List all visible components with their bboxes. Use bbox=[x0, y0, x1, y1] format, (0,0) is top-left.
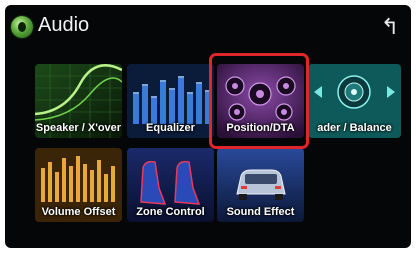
tile-label: Speaker / X'over bbox=[35, 122, 122, 134]
tile-label: Equalizer bbox=[146, 122, 195, 134]
volume-offset-button[interactable]: Volume Offset bbox=[35, 148, 122, 222]
sound-effect-button[interactable]: Sound Effect bbox=[217, 148, 304, 222]
audio-app-icon bbox=[11, 16, 33, 38]
speaker-xover-button[interactable]: Speaker / X'over bbox=[35, 64, 122, 138]
zone-control-button[interactable]: Zone Control bbox=[127, 148, 214, 222]
fader-balance-button[interactable]: ader / Balance bbox=[308, 64, 401, 138]
page-title: Audio bbox=[38, 14, 90, 36]
audio-screen: Audio ↰ Speaker / X'over Equalizer Posit… bbox=[5, 5, 411, 248]
tile-label: Sound Effect bbox=[226, 206, 295, 218]
highlight-frame bbox=[209, 53, 309, 149]
header-bar: Audio ↰ bbox=[5, 5, 411, 45]
tile-label: ader / Balance bbox=[317, 122, 392, 134]
return-arrow-icon[interactable]: ↰ bbox=[375, 14, 405, 40]
tile-label: Volume Offset bbox=[41, 206, 116, 218]
equalizer-button[interactable]: Equalizer bbox=[127, 64, 214, 138]
tile-label: Zone Control bbox=[136, 206, 205, 218]
